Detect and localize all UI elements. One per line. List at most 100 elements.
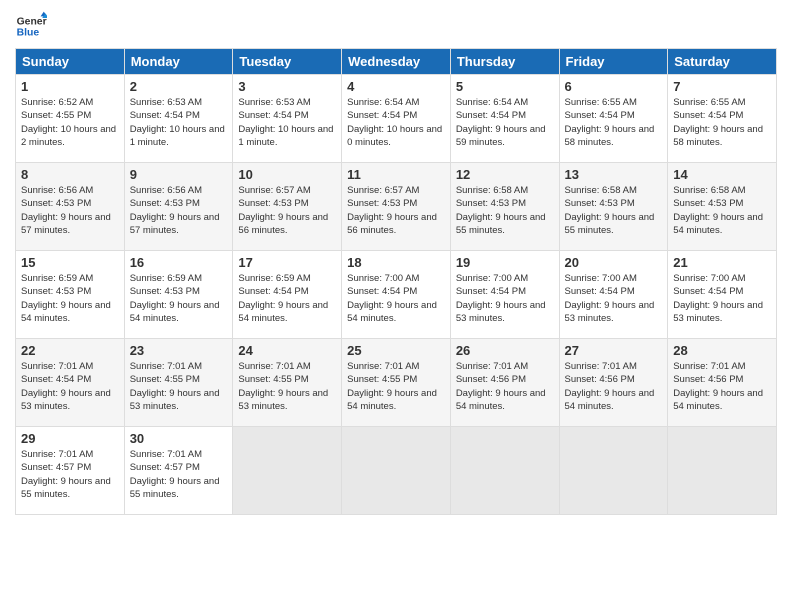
day-info: Sunrise: 6:54 AM Sunset: 4:54 PM Dayligh… (347, 96, 445, 149)
day-number: 1 (21, 79, 119, 94)
day-number: 27 (565, 343, 663, 358)
day-cell (559, 427, 668, 515)
day-number: 19 (456, 255, 554, 270)
day-cell (233, 427, 342, 515)
day-info: Sunrise: 7:01 AM Sunset: 4:56 PM Dayligh… (673, 360, 771, 413)
weekday-sunday: Sunday (16, 49, 125, 75)
day-info: Sunrise: 6:57 AM Sunset: 4:53 PM Dayligh… (347, 184, 445, 237)
weekday-header: SundayMondayTuesdayWednesdayThursdayFrid… (16, 49, 777, 75)
day-cell: 7 Sunrise: 6:55 AM Sunset: 4:54 PM Dayli… (668, 75, 777, 163)
day-cell: 25 Sunrise: 7:01 AM Sunset: 4:55 PM Dayl… (342, 339, 451, 427)
svg-text:Blue: Blue (17, 28, 40, 39)
calendar: SundayMondayTuesdayWednesdayThursdayFrid… (15, 48, 777, 515)
weekday-wednesday: Wednesday (342, 49, 451, 75)
day-number: 30 (130, 431, 228, 446)
day-cell: 12 Sunrise: 6:58 AM Sunset: 4:53 PM Dayl… (450, 163, 559, 251)
week-row-1: 1 Sunrise: 6:52 AM Sunset: 4:55 PM Dayli… (16, 75, 777, 163)
day-info: Sunrise: 7:00 AM Sunset: 4:54 PM Dayligh… (456, 272, 554, 325)
day-info: Sunrise: 7:01 AM Sunset: 4:57 PM Dayligh… (21, 448, 119, 501)
day-cell: 23 Sunrise: 7:01 AM Sunset: 4:55 PM Dayl… (124, 339, 233, 427)
day-info: Sunrise: 7:01 AM Sunset: 4:54 PM Dayligh… (21, 360, 119, 413)
day-info: Sunrise: 7:01 AM Sunset: 4:57 PM Dayligh… (130, 448, 228, 501)
day-cell: 28 Sunrise: 7:01 AM Sunset: 4:56 PM Dayl… (668, 339, 777, 427)
day-cell: 24 Sunrise: 7:01 AM Sunset: 4:55 PM Dayl… (233, 339, 342, 427)
day-number: 26 (456, 343, 554, 358)
day-number: 8 (21, 167, 119, 182)
week-row-5: 29 Sunrise: 7:01 AM Sunset: 4:57 PM Dayl… (16, 427, 777, 515)
day-cell: 4 Sunrise: 6:54 AM Sunset: 4:54 PM Dayli… (342, 75, 451, 163)
day-cell: 10 Sunrise: 6:57 AM Sunset: 4:53 PM Dayl… (233, 163, 342, 251)
day-cell: 1 Sunrise: 6:52 AM Sunset: 4:55 PM Dayli… (16, 75, 125, 163)
day-info: Sunrise: 7:01 AM Sunset: 4:56 PM Dayligh… (565, 360, 663, 413)
day-cell: 13 Sunrise: 6:58 AM Sunset: 4:53 PM Dayl… (559, 163, 668, 251)
day-cell: 30 Sunrise: 7:01 AM Sunset: 4:57 PM Dayl… (124, 427, 233, 515)
weekday-tuesday: Tuesday (233, 49, 342, 75)
weekday-friday: Friday (559, 49, 668, 75)
day-cell: 6 Sunrise: 6:55 AM Sunset: 4:54 PM Dayli… (559, 75, 668, 163)
day-number: 6 (565, 79, 663, 94)
day-info: Sunrise: 6:54 AM Sunset: 4:54 PM Dayligh… (456, 96, 554, 149)
weekday-monday: Monday (124, 49, 233, 75)
day-number: 13 (565, 167, 663, 182)
day-info: Sunrise: 6:58 AM Sunset: 4:53 PM Dayligh… (565, 184, 663, 237)
day-info: Sunrise: 6:59 AM Sunset: 4:53 PM Dayligh… (130, 272, 228, 325)
day-cell: 5 Sunrise: 6:54 AM Sunset: 4:54 PM Dayli… (450, 75, 559, 163)
day-cell: 29 Sunrise: 7:01 AM Sunset: 4:57 PM Dayl… (16, 427, 125, 515)
week-row-4: 22 Sunrise: 7:01 AM Sunset: 4:54 PM Dayl… (16, 339, 777, 427)
day-cell: 15 Sunrise: 6:59 AM Sunset: 4:53 PM Dayl… (16, 251, 125, 339)
day-info: Sunrise: 6:56 AM Sunset: 4:53 PM Dayligh… (21, 184, 119, 237)
day-number: 7 (673, 79, 771, 94)
day-info: Sunrise: 6:53 AM Sunset: 4:54 PM Dayligh… (130, 96, 228, 149)
day-cell: 8 Sunrise: 6:56 AM Sunset: 4:53 PM Dayli… (16, 163, 125, 251)
day-number: 25 (347, 343, 445, 358)
header: General Blue (15, 10, 777, 42)
day-cell: 18 Sunrise: 7:00 AM Sunset: 4:54 PM Dayl… (342, 251, 451, 339)
day-cell: 22 Sunrise: 7:01 AM Sunset: 4:54 PM Dayl… (16, 339, 125, 427)
day-cell: 14 Sunrise: 6:58 AM Sunset: 4:53 PM Dayl… (668, 163, 777, 251)
day-cell: 3 Sunrise: 6:53 AM Sunset: 4:54 PM Dayli… (233, 75, 342, 163)
day-info: Sunrise: 6:59 AM Sunset: 4:53 PM Dayligh… (21, 272, 119, 325)
day-info: Sunrise: 6:58 AM Sunset: 4:53 PM Dayligh… (456, 184, 554, 237)
day-info: Sunrise: 6:52 AM Sunset: 4:55 PM Dayligh… (21, 96, 119, 149)
day-info: Sunrise: 7:01 AM Sunset: 4:55 PM Dayligh… (130, 360, 228, 413)
day-cell (342, 427, 451, 515)
day-cell: 19 Sunrise: 7:00 AM Sunset: 4:54 PM Dayl… (450, 251, 559, 339)
day-info: Sunrise: 6:57 AM Sunset: 4:53 PM Dayligh… (238, 184, 336, 237)
day-number: 11 (347, 167, 445, 182)
day-info: Sunrise: 6:59 AM Sunset: 4:54 PM Dayligh… (238, 272, 336, 325)
day-number: 20 (565, 255, 663, 270)
day-cell: 26 Sunrise: 7:01 AM Sunset: 4:56 PM Dayl… (450, 339, 559, 427)
weekday-saturday: Saturday (668, 49, 777, 75)
day-number: 29 (21, 431, 119, 446)
day-number: 9 (130, 167, 228, 182)
day-info: Sunrise: 7:00 AM Sunset: 4:54 PM Dayligh… (673, 272, 771, 325)
day-cell (668, 427, 777, 515)
day-info: Sunrise: 7:00 AM Sunset: 4:54 PM Dayligh… (565, 272, 663, 325)
day-number: 24 (238, 343, 336, 358)
weekday-thursday: Thursday (450, 49, 559, 75)
day-info: Sunrise: 6:55 AM Sunset: 4:54 PM Dayligh… (673, 96, 771, 149)
day-number: 28 (673, 343, 771, 358)
day-number: 2 (130, 79, 228, 94)
day-info: Sunrise: 7:01 AM Sunset: 4:56 PM Dayligh… (456, 360, 554, 413)
day-info: Sunrise: 6:53 AM Sunset: 4:54 PM Dayligh… (238, 96, 336, 149)
page: General Blue SundayMondayTuesdayWednesda… (0, 0, 792, 612)
day-number: 5 (456, 79, 554, 94)
day-number: 17 (238, 255, 336, 270)
day-cell: 21 Sunrise: 7:00 AM Sunset: 4:54 PM Dayl… (668, 251, 777, 339)
day-info: Sunrise: 6:55 AM Sunset: 4:54 PM Dayligh… (565, 96, 663, 149)
day-number: 10 (238, 167, 336, 182)
day-number: 4 (347, 79, 445, 94)
svg-text:General: General (17, 16, 47, 27)
day-number: 14 (673, 167, 771, 182)
day-cell: 11 Sunrise: 6:57 AM Sunset: 4:53 PM Dayl… (342, 163, 451, 251)
day-cell: 9 Sunrise: 6:56 AM Sunset: 4:53 PM Dayli… (124, 163, 233, 251)
calendar-body: 1 Sunrise: 6:52 AM Sunset: 4:55 PM Dayli… (16, 75, 777, 515)
day-cell: 17 Sunrise: 6:59 AM Sunset: 4:54 PM Dayl… (233, 251, 342, 339)
day-info: Sunrise: 7:01 AM Sunset: 4:55 PM Dayligh… (238, 360, 336, 413)
week-row-3: 15 Sunrise: 6:59 AM Sunset: 4:53 PM Dayl… (16, 251, 777, 339)
day-number: 12 (456, 167, 554, 182)
day-cell: 16 Sunrise: 6:59 AM Sunset: 4:53 PM Dayl… (124, 251, 233, 339)
day-info: Sunrise: 7:00 AM Sunset: 4:54 PM Dayligh… (347, 272, 445, 325)
day-number: 21 (673, 255, 771, 270)
